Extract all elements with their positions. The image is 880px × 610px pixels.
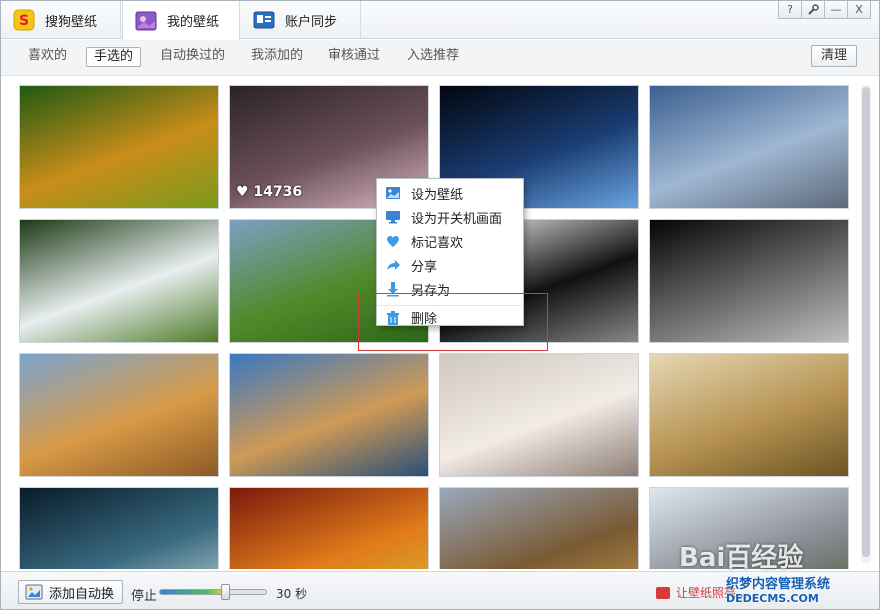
vertical-scrollbar[interactable] bbox=[861, 85, 871, 563]
interval-slider[interactable] bbox=[159, 584, 267, 600]
menu-item-label: 设为开关机画面 bbox=[411, 211, 503, 227]
promo-link[interactable]: 让壁纸照亮... bbox=[656, 584, 747, 601]
likes-count: ♥ 14736 bbox=[236, 184, 303, 200]
menu-item-label: 删除 bbox=[411, 312, 438, 327]
filter-liked[interactable]: 喜欢的 bbox=[21, 47, 74, 67]
share-arrow-icon bbox=[385, 257, 401, 273]
tab-account-sync[interactable]: 账户同步 bbox=[241, 1, 361, 39]
interval-label: 30 秒 bbox=[276, 587, 308, 601]
add-auto-change-button[interactable]: 添加自动换 bbox=[18, 580, 124, 604]
account-sync-icon bbox=[253, 9, 275, 31]
bottom-bar: 添加自动换 停止 30 秒 让壁纸照亮... bbox=[1, 571, 879, 609]
menu-item-save-as[interactable]: 另存为 bbox=[377, 277, 523, 301]
wallpaper-thumbnail-london-bridge[interactable] bbox=[649, 85, 849, 209]
trash-icon bbox=[385, 310, 401, 326]
close-icon[interactable]: X bbox=[847, 1, 871, 19]
wallpaper-thumbnail-castle[interactable] bbox=[649, 487, 849, 569]
stop-label: 停止 bbox=[131, 589, 158, 604]
svg-text:S: S bbox=[19, 13, 29, 29]
wallpaper-thumbnail-waterfall[interactable] bbox=[19, 219, 219, 343]
filter-auto-changed[interactable]: 自动换过的 bbox=[153, 47, 232, 67]
tab-label: 账户同步 bbox=[285, 14, 338, 30]
tab-sogou-wallpaper[interactable]: S 搜狗壁纸 bbox=[1, 1, 121, 39]
menu-item-mark-like[interactable]: 标记喜欢 bbox=[377, 229, 523, 253]
wrench-icon[interactable] bbox=[801, 1, 825, 19]
minimize-icon[interactable]: — bbox=[824, 1, 848, 19]
menu-item-set-wallpaper[interactable]: 设为壁纸 bbox=[377, 181, 523, 205]
promo-label: 让壁纸照亮... bbox=[676, 586, 748, 600]
menu-item-share[interactable]: 分享 bbox=[377, 253, 523, 277]
wallpaper-thumbnail-lake-mountains[interactable] bbox=[229, 353, 429, 477]
wallpaper-thumbnail-sleeping-girl[interactable] bbox=[439, 353, 639, 477]
wallpaper-thumbnail-dark-devil[interactable] bbox=[649, 219, 849, 343]
filter-my-added[interactable]: 我添加的 bbox=[244, 47, 310, 67]
menu-item-label: 另存为 bbox=[411, 283, 451, 299]
filter-bar: 喜欢的 手选的 自动换过的 我添加的 审核通过 入选推荐 清理 bbox=[1, 40, 879, 76]
download-icon bbox=[385, 281, 401, 297]
monitor-icon bbox=[385, 209, 401, 225]
context-menu: 设为壁纸 设为开关机画面 标记喜欢 分享 另存为 删除 bbox=[376, 178, 524, 329]
tab-label: 我的壁纸 bbox=[167, 15, 220, 30]
sogou-logo-icon: S bbox=[13, 9, 35, 31]
filter-hand-picked[interactable]: 手选的 bbox=[86, 47, 142, 67]
image-icon bbox=[385, 185, 401, 201]
sogou-wallpaper-window: S 搜狗壁纸 我的壁纸 账户同步 ? — X 喜欢的 手选的 自动换过的 我添加… bbox=[0, 0, 880, 610]
help-icon[interactable]: ? bbox=[778, 1, 802, 19]
wallpaper-thumbnail-wheat-field[interactable] bbox=[649, 353, 849, 477]
wallpaper-thumbnail-moon-night[interactable] bbox=[19, 487, 219, 569]
promo-icon bbox=[656, 586, 670, 599]
slider-knob[interactable] bbox=[221, 584, 230, 600]
tab-label: 搜狗壁纸 bbox=[45, 14, 98, 30]
filter-approved[interactable]: 审核通过 bbox=[321, 47, 387, 67]
tab-my-wallpaper[interactable]: 我的壁纸 bbox=[122, 1, 240, 40]
top-tab-bar: S 搜狗壁纸 我的壁纸 账户同步 ? — X bbox=[1, 1, 879, 40]
menu-item-set-boot-screen[interactable]: 设为开关机画面 bbox=[377, 205, 523, 229]
scrollbar-thumb[interactable] bbox=[862, 87, 870, 557]
wallpaper-thumbnail-sunset-road[interactable] bbox=[229, 487, 429, 569]
heart-icon bbox=[385, 233, 401, 249]
my-wallpaper-icon bbox=[135, 10, 157, 32]
wallpaper-thumbnail-lighthouse-dunes[interactable] bbox=[19, 353, 219, 477]
add-auto-change-label: 添加自动换 bbox=[49, 586, 115, 602]
clear-button[interactable]: 清理 bbox=[810, 45, 857, 67]
auto-change-icon bbox=[25, 584, 43, 600]
wallpaper-thumbnail-golden-hills[interactable] bbox=[19, 85, 219, 209]
menu-item-label: 设为壁纸 bbox=[411, 187, 464, 203]
menu-item-label: 分享 bbox=[411, 259, 438, 275]
menu-item-label: 标记喜欢 bbox=[411, 235, 464, 251]
wallpaper-thumbnail-canyon[interactable] bbox=[439, 487, 639, 569]
menu-item-delete[interactable]: 删除 bbox=[377, 305, 523, 329]
filter-recommended[interactable]: 入选推荐 bbox=[400, 47, 466, 67]
window-controls: ? — X bbox=[778, 1, 871, 19]
